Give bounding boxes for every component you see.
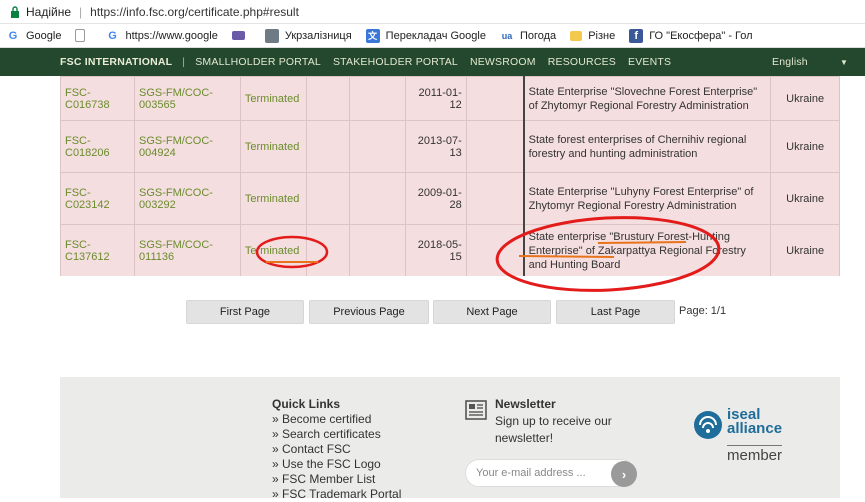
quick-link-contact-fsc[interactable]: » Contact FSC — [272, 442, 401, 457]
quick-link-trademark-portal[interactable]: » FSC Trademark Portal — [272, 487, 401, 502]
iseal-emblem-icon — [694, 411, 722, 439]
first-page-button[interactable]: First Page — [186, 300, 304, 324]
iseal-line2: alliance — [727, 420, 783, 437]
organization-underline — [518, 255, 615, 258]
iseal-line3: member — [727, 445, 783, 464]
newsletter-email-input[interactable]: Your e-mail address ... — [465, 459, 635, 487]
next-page-button[interactable]: Next Page — [433, 300, 551, 324]
quick-link-use-logo[interactable]: » Use the FSC Logo — [272, 457, 401, 472]
newspaper-icon — [465, 399, 487, 421]
quick-link-member-list[interactable]: » FSC Member List — [272, 472, 401, 487]
quick-link-become-certified[interactable]: » Become certified — [272, 412, 401, 427]
organization-highlight-circle — [495, 216, 721, 292]
quick-links-title: Quick Links — [272, 397, 341, 411]
quick-links: Quick Links » Become certified » Search … — [272, 397, 401, 502]
newsletter-title: Newsletter — [495, 397, 556, 411]
newsletter-submit-button[interactable]: › — [611, 461, 637, 487]
last-page-button[interactable]: Last Page — [556, 300, 675, 324]
organization-underline — [597, 241, 687, 244]
iseal-logo[interactable]: iseal alliance member — [692, 407, 802, 467]
page-indicator: Page: 1/1 — [679, 305, 727, 317]
quick-link-search-certificates[interactable]: » Search certificates — [272, 427, 401, 442]
pagination: First Page Previous Page Next Page Last … — [0, 300, 865, 324]
site-footer: Quick Links » Become certified » Search … — [60, 377, 840, 501]
newsletter-description: Sign up to receive our newsletter! — [495, 414, 612, 445]
previous-page-button[interactable]: Previous Page — [309, 300, 429, 324]
